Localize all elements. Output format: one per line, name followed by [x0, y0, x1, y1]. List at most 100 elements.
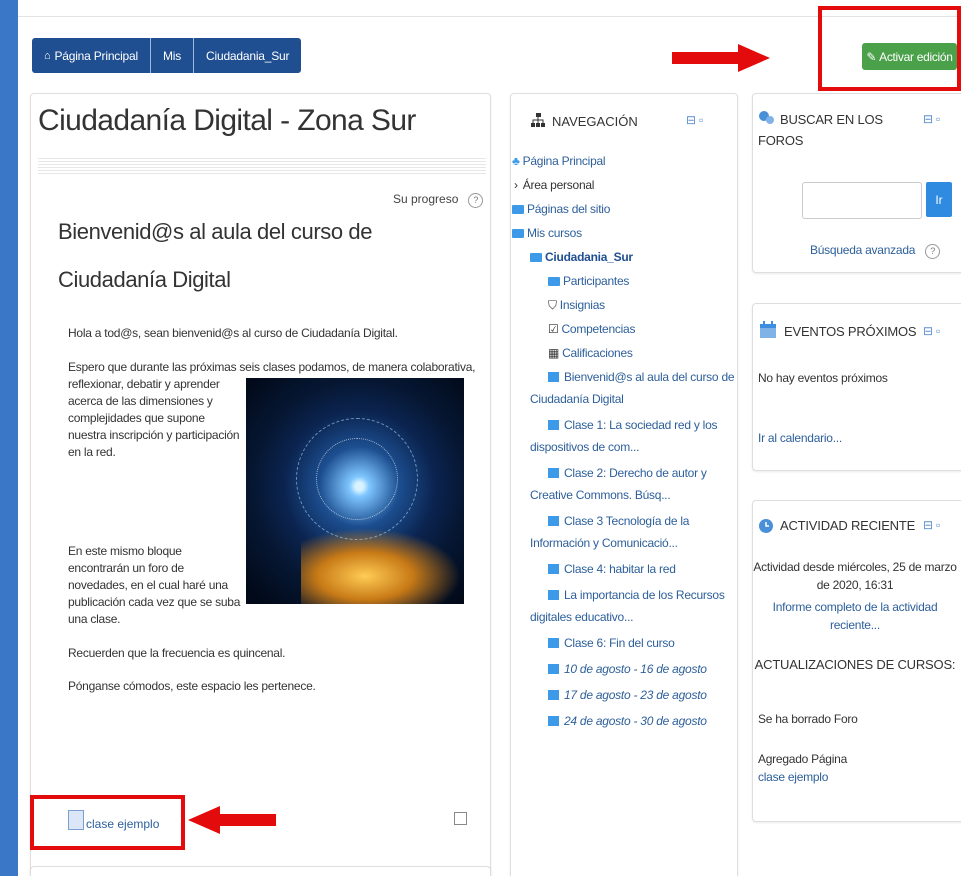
nav-course[interactable]: Ciudadania_Sur [530, 250, 633, 264]
added-page-text: Agregado Página [758, 752, 847, 766]
nav-section-recursos[interactable]: La importancia de los Recursos [548, 588, 725, 602]
nav-participants[interactable]: Participantes [548, 274, 629, 288]
highlight-box-edit [818, 6, 961, 91]
advanced-search-label: Búsqueda avanzada [810, 243, 916, 257]
block-controls[interactable]: ⊟▫ [923, 324, 943, 338]
home-icon: ♣ [512, 154, 520, 168]
breadcrumb-course[interactable]: Ciudadania_Sur [193, 38, 301, 73]
nav-section-clase-6[interactable]: Clase 6: Fin del curso [548, 636, 675, 650]
nav-my-courses-label: Mis cursos [527, 226, 582, 240]
folder-icon [548, 468, 559, 478]
nav-section-clase-3[interactable]: Clase 3 Tecnología de la [548, 514, 689, 528]
nav-week-1[interactable]: 10 de agosto - 16 de agosto [548, 662, 707, 676]
navigation-title: NAVEGACIÓN [552, 114, 638, 129]
events-title: EVENTOS PRÓXIMOS [784, 324, 917, 339]
paragraph-4: Recuerden que la frecuencia es quincenal… [68, 646, 286, 660]
nav-section-clase-1[interactable]: Clase 1: La sociedad red y los [548, 418, 718, 432]
paragraph-2-line-4: complejidades que supone [68, 411, 205, 425]
folder-icon [548, 372, 559, 382]
block-controls[interactable]: ⊟▫ [686, 113, 706, 127]
full-report-link-1[interactable]: Informe completo de la actividad [750, 600, 960, 614]
calendar-icon [760, 321, 776, 338]
paragraph-1: Hola a tod@s, sean bienvenid@s al curso … [68, 326, 398, 340]
nav-week-label: 10 de agosto - 16 de agosto [564, 662, 707, 676]
help-icon[interactable]: ? [925, 244, 941, 259]
paragraph-2-line-1: Espero que durante las próximas seis cla… [68, 360, 476, 374]
nav-grades[interactable]: ▦ Calificaciones [548, 346, 633, 360]
nav-section-clase-1-cont[interactable]: dispositivos de com... [530, 440, 639, 454]
folder-icon [548, 664, 559, 674]
paragraph-3-line-5: una clase. [68, 612, 121, 626]
nav-section-clase-4[interactable]: Clase 4: habitar la red [548, 562, 676, 576]
nav-area-personal[interactable]: › Área personal [514, 178, 594, 192]
paragraph-3-line-4: publicación cada vez que se suba [68, 595, 241, 609]
paragraph-3-line-2: encontrarán un foro de [68, 561, 184, 575]
nav-section-clase-2[interactable]: Clase 2: Derecho de autor y [548, 466, 707, 480]
nav-week-label: 24 de agosto - 30 de agosto [564, 714, 707, 728]
folder-icon [548, 590, 559, 600]
clock-icon [759, 519, 773, 533]
red-arrow-left-icon [188, 806, 276, 834]
block-controls[interactable]: ⊟▫ [923, 112, 943, 126]
activity-since-line-1: Actividad desde miércoles, 25 de marzo [753, 560, 957, 574]
section-divider [38, 156, 486, 174]
nav-participants-label: Participantes [563, 274, 630, 288]
nav-section-clase-3-cont[interactable]: Información y Comunicació... [530, 536, 678, 550]
welcome-heading: Bienvenid@s al aula del curso de Ciudadan… [58, 208, 372, 304]
completion-checkbox[interactable] [454, 812, 467, 825]
nav-section-welcome[interactable]: Bienvenid@s al aula del curso de [548, 370, 735, 384]
nav-section-label: Clase 2: Derecho de autor y [564, 466, 707, 480]
forum-search-button[interactable]: Ir [926, 182, 952, 217]
search-forums-title-2: FOROS [758, 133, 804, 148]
breadcrumb: ⌂ Página Principal Mis Ciudadania_Sur [32, 38, 302, 73]
nav-section-label: Clase 6: Fin del curso [564, 636, 675, 650]
nav-section-clase-2-cont[interactable]: Creative Commons. Búsq... [530, 488, 671, 502]
calendar-link[interactable]: Ir al calendario... [758, 431, 842, 445]
nav-area-label: Área personal [522, 178, 595, 192]
checkbox-icon: ☑ [548, 322, 559, 336]
search-icon [759, 111, 774, 124]
nav-week-2[interactable]: 17 de agosto - 23 de agosto [548, 688, 707, 702]
folder-icon [548, 638, 559, 648]
help-icon[interactable]: ? [468, 193, 484, 208]
full-report-link-2[interactable]: reciente... [750, 618, 960, 632]
paragraph-2-line-2: reflexionar, debatir y aprender [68, 377, 220, 391]
no-events-text: No hay eventos próximos [758, 371, 888, 385]
forum-search-input[interactable] [802, 182, 922, 219]
recent-clase-ejemplo-link[interactable]: clase ejemplo [758, 770, 828, 784]
paragraph-2-line-6: en la red. [68, 445, 116, 459]
nav-competencies[interactable]: ☑ Competencias [548, 322, 635, 336]
folder-open-icon [512, 229, 524, 238]
folder-icon [548, 277, 560, 286]
home-icon: ⌂ [44, 49, 51, 62]
breadcrumb-mis[interactable]: Mis [149, 38, 193, 73]
table-icon: ▦ [548, 346, 560, 360]
nav-section-recursos-cont[interactable]: digitales educativo... [530, 610, 633, 624]
folder-icon [548, 564, 559, 574]
paragraph-3-line-3: novedades, en el cual haré una [68, 578, 228, 592]
breadcrumb-home-label: Página Principal [54, 48, 138, 63]
search-forums-title-1: BUSCAR EN LOS [780, 112, 883, 127]
nav-week-label: 17 de agosto - 23 de agosto [564, 688, 707, 702]
highlight-box-activity [30, 795, 185, 850]
nav-my-courses[interactable]: Mis cursos [512, 226, 582, 240]
nav-grades-label: Calificaciones [562, 346, 633, 360]
nav-home[interactable]: ♣ Página Principal [512, 154, 606, 168]
block-controls[interactable]: ⊟▫ [923, 518, 943, 532]
folder-icon [548, 716, 559, 726]
nav-course-label: Ciudadania_Sur [545, 250, 633, 264]
nav-section-label: Bienvenid@s al aula del curso de [564, 370, 735, 384]
shield-icon: ⛉ [548, 298, 557, 312]
nav-badges[interactable]: ⛉ Insignias [548, 298, 605, 313]
nav-site-pages[interactable]: Páginas del sitio [512, 202, 610, 216]
folder-icon [548, 690, 559, 700]
nav-week-3[interactable]: 24 de agosto - 30 de agosto [548, 714, 707, 728]
breadcrumb-home[interactable]: ⌂ Página Principal [32, 38, 150, 73]
folder-open-icon [530, 253, 542, 262]
advanced-search-link[interactable]: Búsqueda avanzada? [810, 243, 941, 259]
sitemap-icon [531, 113, 545, 127]
paragraph-2-line-3: acerca de las dimensiones y [68, 394, 213, 408]
welcome-line-2: Ciudadanía Digital [58, 267, 231, 292]
nav-section-welcome-cont[interactable]: Ciudadanía Digital [530, 392, 624, 406]
welcome-line-1: Bienvenid@s al aula del curso de [58, 219, 373, 244]
